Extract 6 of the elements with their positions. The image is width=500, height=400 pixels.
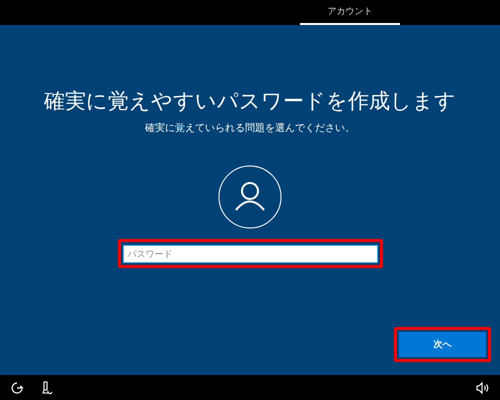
volume-icon[interactable] [476, 380, 490, 394]
page-title: 確実に覚えやすいパスワードを作成します [44, 89, 456, 115]
user-avatar-icon [218, 165, 282, 229]
page-subtitle: 確実に覚えていられる問題を選んでください。 [145, 122, 355, 135]
password-field[interactable]: パスワード [122, 245, 378, 263]
next-button[interactable]: 次へ [399, 332, 486, 357]
